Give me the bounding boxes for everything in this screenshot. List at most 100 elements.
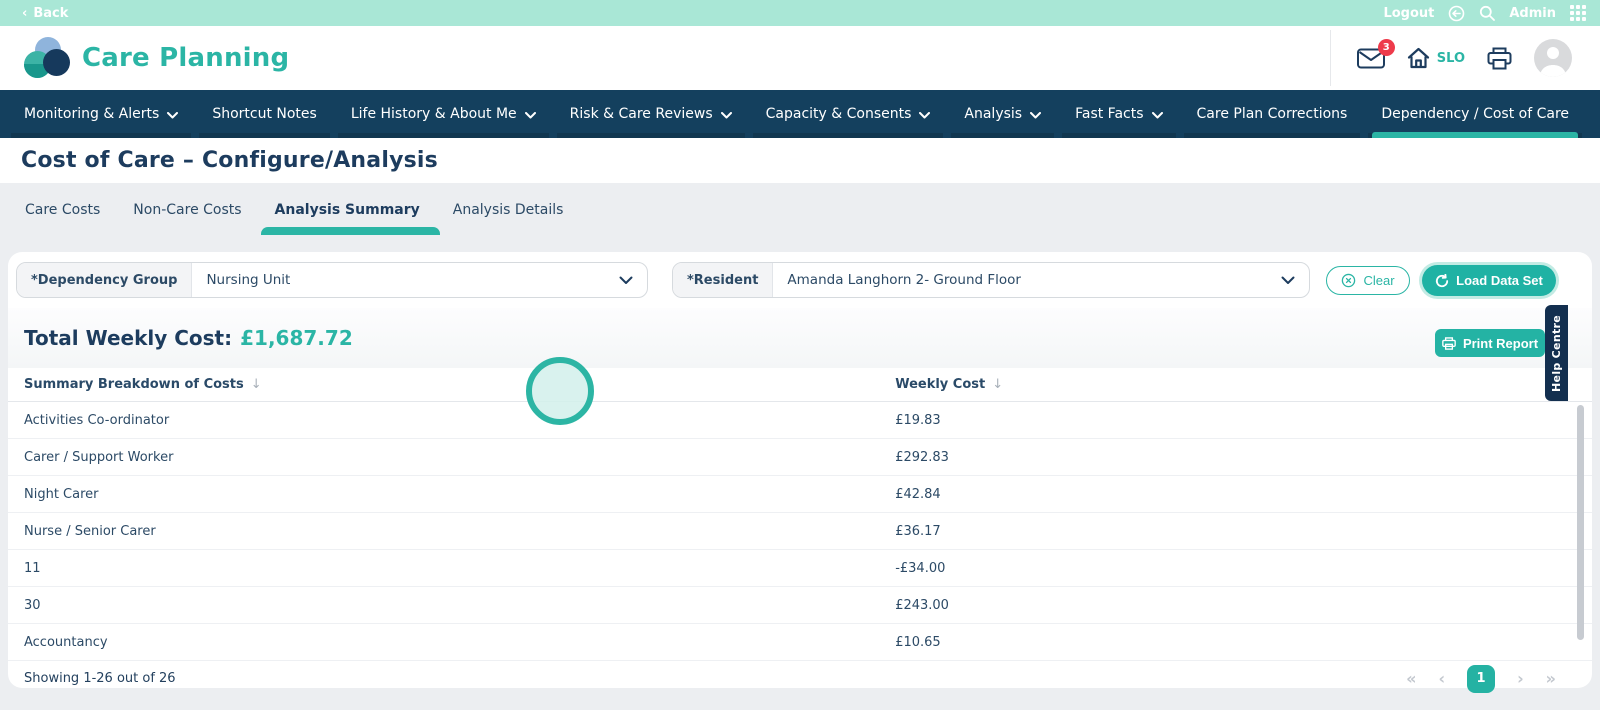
nav-item-capacity-consents[interactable]: Capacity & Consents: [749, 90, 948, 138]
row-cost-name: Night Carer: [24, 486, 99, 502]
tab-care-costs[interactable]: Care Costs: [21, 196, 104, 224]
message-count-badge: 3: [1377, 38, 1395, 56]
dependency-group-value: Nursing Unit: [206, 272, 291, 288]
nav-item-label: Risk & Care Reviews: [569, 106, 713, 122]
nav-item-life-history-about-me[interactable]: Life History & About Me: [334, 90, 553, 138]
row-weekly-cost: -£34.00: [895, 560, 946, 576]
logout-icon[interactable]: [1448, 5, 1465, 22]
table-row[interactable]: 11 -£34.00: [8, 550, 1592, 587]
current-page-button[interactable]: 1: [1467, 664, 1496, 693]
sort-down-icon[interactable]: ↓: [992, 377, 1003, 392]
table-row[interactable]: Accountancy £10.65: [8, 624, 1592, 661]
home-button[interactable]: SLO: [1407, 47, 1465, 69]
row-cost-name: 11: [24, 560, 41, 576]
chevron-down-icon: [1030, 111, 1042, 118]
main-nav: Monitoring & Alerts Shortcut Notes Life Hi…: [0, 90, 1600, 138]
column-label: Weekly Cost: [895, 377, 986, 392]
total-weekly-cost-value: £1,687.72: [240, 326, 353, 350]
messages-button[interactable]: 3: [1356, 38, 1395, 69]
nav-item-label: Life History & About Me: [350, 106, 517, 122]
tab-analysis-details[interactable]: Analysis Details: [449, 196, 568, 224]
nav-items: Monitoring & Alerts Shortcut Notes Life Hi…: [7, 90, 1586, 138]
next-page-button[interactable]: ›: [1517, 670, 1524, 687]
table-header: Summary Breakdown of Costs ↓ Weekly Cost…: [8, 368, 1592, 402]
column-label: Summary Breakdown of Costs: [24, 377, 244, 392]
nav-item-dependency-cost-of-care[interactable]: Dependency / Cost of Care: [1364, 90, 1586, 138]
user-avatar[interactable]: [1534, 39, 1572, 77]
tab-analysis-summary[interactable]: Analysis Summary: [260, 196, 441, 235]
chevron-down-icon: [619, 276, 633, 285]
loading-spinner: [526, 357, 594, 425]
column-header-breakdown[interactable]: Summary Breakdown of Costs ↓: [8, 377, 879, 392]
nav-item-label: Dependency / Cost of Care: [1381, 106, 1570, 122]
table-row[interactable]: Carer / Support Worker £292.83: [8, 439, 1592, 476]
resident-label: *Resident: [673, 263, 774, 297]
page-title: Cost of Care – Configure/Analysis: [21, 148, 438, 173]
filter-row: *Dependency Group Nursing Unit *Resident…: [8, 252, 1592, 308]
site-code-label: SLO: [1436, 50, 1465, 66]
column-header-weekly-cost[interactable]: Weekly Cost ↓: [879, 377, 1592, 392]
first-page-button[interactable]: «: [1406, 670, 1416, 687]
chevron-down-icon: [167, 111, 179, 118]
chevron-down-icon: [720, 111, 732, 118]
previous-page-button[interactable]: ‹: [1438, 670, 1445, 687]
nav-item-care-plan-corrections[interactable]: Care Plan Corrections: [1180, 90, 1365, 138]
row-weekly-cost: £243.00: [895, 597, 949, 613]
row-weekly-cost: £292.83: [895, 449, 949, 465]
summary-band: Total Weekly Cost: £1,687.72 Print Repor…: [8, 308, 1592, 368]
chevron-down-icon: [524, 111, 536, 118]
row-weekly-cost: £10.65: [895, 634, 941, 650]
resident-select[interactable]: *Resident Amanda Langhorn 2- Ground Floo…: [672, 262, 1310, 298]
dependency-group-label: *Dependency Group: [17, 263, 193, 297]
back-chevron-icon: ‹: [22, 5, 28, 21]
chevron-down-icon: [919, 111, 931, 118]
nav-item-shortcut-notes[interactable]: Shortcut Notes: [195, 90, 334, 138]
nav-item-label: Care Plan Corrections: [1196, 106, 1348, 122]
printer-icon: [1442, 336, 1456, 350]
row-cost-name: Nurse / Senior Carer: [24, 523, 156, 539]
print-button-label: Print Report: [1462, 335, 1539, 351]
search-icon[interactable]: [1479, 5, 1496, 21]
nav-item-monitoring-alerts[interactable]: Monitoring & Alerts: [7, 90, 195, 138]
clear-button[interactable]: Clear: [1326, 266, 1410, 295]
print-report-button[interactable]: Print Report: [1435, 329, 1545, 357]
row-weekly-cost: £36.17: [895, 523, 941, 539]
sort-down-icon[interactable]: ↓: [251, 377, 262, 392]
dependency-group-select[interactable]: *Dependency Group Nursing Unit: [16, 262, 648, 298]
app-title: Care Planning: [82, 43, 290, 73]
top-utility-bar: ‹ Back Logout Admin: [0, 0, 1600, 26]
pagination: « ‹ 1 › »: [1406, 664, 1556, 693]
row-cost-name: Accountancy: [24, 634, 108, 650]
admin-menu[interactable]: Admin: [1509, 6, 1556, 21]
row-cost-name: Carer / Support Worker: [24, 449, 174, 465]
scrollbar[interactable]: [1577, 405, 1584, 640]
help-centre-tab[interactable]: Help Centre: [1545, 305, 1568, 401]
total-weekly-cost-label: Total Weekly Cost:: [24, 326, 233, 350]
header-divider: [1329, 30, 1331, 86]
tab-bar: Care Costs Non-Care Costs Analysis Summary…: [0, 183, 1600, 236]
last-page-button[interactable]: »: [1546, 670, 1556, 687]
back-button[interactable]: Back: [33, 6, 68, 21]
load-data-set-button[interactable]: Load Data Set: [1422, 265, 1556, 296]
nav-item-fast-facts[interactable]: Fast Facts: [1058, 90, 1179, 138]
pagination-status: Showing 1-26 out of 26: [24, 671, 176, 686]
nav-item-analysis[interactable]: Analysis: [947, 90, 1058, 138]
table-row[interactable]: Nurse / Senior Carer £36.17: [8, 513, 1592, 550]
nav-item-label: Shortcut Notes: [212, 106, 317, 122]
app-logo: [24, 37, 70, 79]
nav-item-label: Analysis: [964, 106, 1023, 122]
row-cost-name: 30: [24, 597, 41, 613]
clear-button-label: Clear: [1363, 273, 1395, 288]
logout-button[interactable]: Logout: [1383, 6, 1434, 21]
print-icon[interactable]: [1487, 47, 1512, 70]
nav-item-risk-care-reviews[interactable]: Risk & Care Reviews: [553, 90, 749, 138]
apps-grid-icon[interactable]: [1570, 5, 1586, 21]
table-row[interactable]: Night Carer £42.84: [8, 476, 1592, 513]
load-button-label: Load Data Set: [1456, 273, 1543, 288]
tab-non-care-costs[interactable]: Non-Care Costs: [129, 196, 245, 224]
chevron-down-icon: [1281, 276, 1295, 285]
app-header: Care Planning 3 SLO: [0, 26, 1600, 90]
table-row[interactable]: Activities Co-ordinator £19.83: [8, 402, 1592, 439]
title-bar: Cost of Care – Configure/Analysis: [0, 138, 1600, 183]
table-row[interactable]: 30 £243.00: [8, 587, 1592, 624]
